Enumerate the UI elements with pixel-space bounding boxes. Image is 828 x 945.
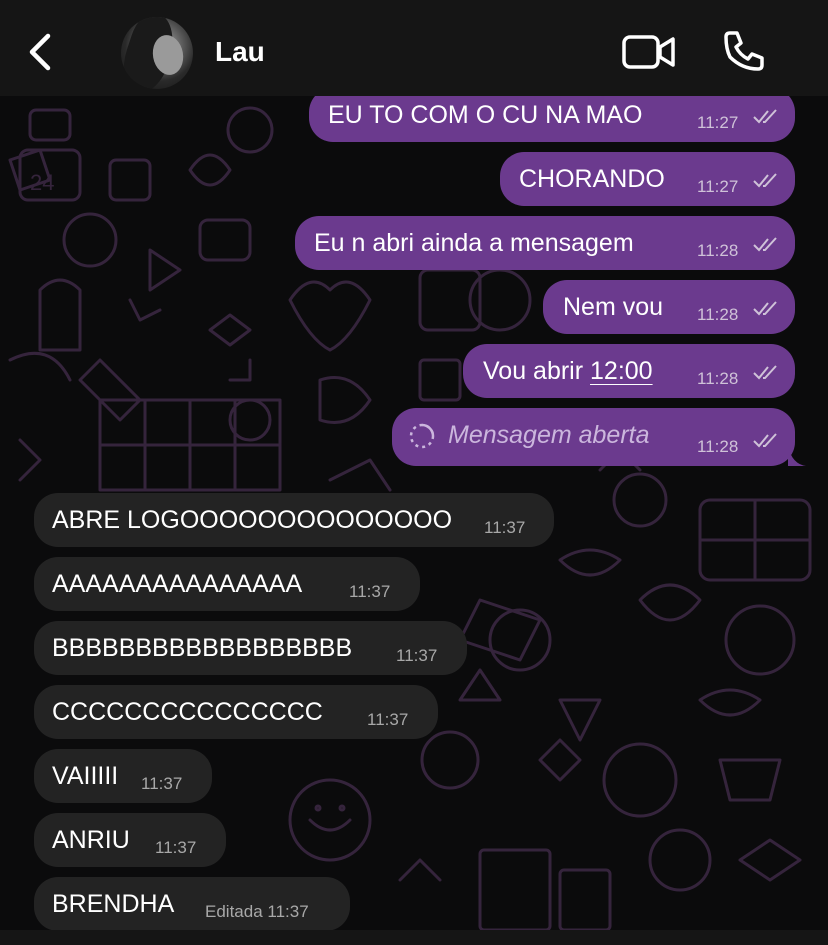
message-text: CHORANDO [519, 165, 665, 193]
incoming-message[interactable]: ABRE LOGOOOOOOOOOOOOOO 11:37 [34, 493, 554, 547]
view-once-icon [409, 423, 435, 449]
message-time: 11:37 [155, 838, 197, 857]
message-text: ANRIU [52, 826, 130, 854]
message-text: BBBBBBBBBBBBBBBBBB [52, 634, 353, 662]
message-text: AAAAAAAAAAAAAAA [52, 570, 303, 598]
message-text: CCCCCCCCCCCCCCC [52, 698, 323, 726]
message-text: Mensagem aberta [448, 421, 650, 449]
incoming-message[interactable]: BBBBBBBBBBBBBBBBBB 11:37 [34, 621, 467, 675]
message-time: 11:28 [697, 437, 739, 456]
bubble-tail [788, 446, 806, 466]
message-text: Eu n abri ainda a mensagem [314, 229, 634, 257]
outgoing-message[interactable]: EU TO COM O CU NA MAO 11:27 [309, 88, 795, 142]
incoming-message[interactable]: VAIIIII 11:37 [34, 749, 212, 803]
outgoing-message[interactable]: CHORANDO 11:27 [500, 152, 795, 206]
svg-text:24: 24 [30, 170, 54, 195]
phone-icon[interactable] [722, 29, 766, 73]
message-time: 11:37 [141, 774, 183, 793]
incoming-message-edited[interactable]: BRENDHA Editada 11:37 [34, 877, 350, 931]
outgoing-message-opened[interactable]: Mensagem aberta 11:28 [392, 408, 795, 466]
message-text: BRENDHA [52, 890, 175, 918]
incoming-message[interactable]: AAAAAAAAAAAAAAA 11:37 [34, 557, 420, 611]
time-link[interactable]: 12:00 [590, 357, 653, 385]
outgoing-message[interactable]: Nem vou 11:28 [543, 280, 795, 334]
message-text-prefix: Vou abrir [483, 357, 591, 385]
chat-header: Lau [0, 0, 828, 96]
double-check-icon [753, 365, 777, 380]
message-time: 11:28 [697, 241, 739, 260]
message-text: Nem vou [563, 293, 664, 321]
double-check-icon [753, 173, 777, 188]
avatar[interactable] [121, 17, 193, 89]
outgoing-message[interactable]: Eu n abri ainda a mensagem 11:28 [295, 216, 795, 270]
double-check-icon [753, 433, 777, 448]
message-time: 11:37 [367, 710, 409, 729]
message-text: VAIIIII [52, 762, 119, 790]
message-time: 11:27 [697, 113, 739, 132]
composer-bar-edge [0, 930, 828, 945]
chevron-left-icon[interactable] [22, 30, 58, 74]
message-time: 11:27 [697, 177, 739, 196]
double-check-icon [753, 237, 777, 252]
message-time: 11:28 [697, 305, 739, 324]
incoming-message[interactable]: ANRIU 11:37 [34, 813, 226, 867]
message-text: EU TO COM O CU NA MAO [328, 101, 643, 129]
message-time: 11:37 [396, 646, 438, 665]
contact-name[interactable]: Lau [215, 36, 265, 68]
video-camera-icon[interactable] [622, 33, 676, 71]
message-time: 11:28 [697, 369, 739, 388]
message-time: 11:37 [349, 582, 391, 601]
incoming-message[interactable]: CCCCCCCCCCCCCCC 11:37 [34, 685, 438, 739]
message-time: 11:37 [484, 518, 526, 537]
message-text: Vou abrir 12:00 [483, 344, 653, 398]
message-text: ABRE LOGOOOOOOOOOOOOOO [52, 506, 453, 534]
double-check-icon [753, 109, 777, 124]
outgoing-message[interactable]: Vou abrir 12:00 11:28 [463, 344, 795, 398]
double-check-icon [753, 301, 777, 316]
